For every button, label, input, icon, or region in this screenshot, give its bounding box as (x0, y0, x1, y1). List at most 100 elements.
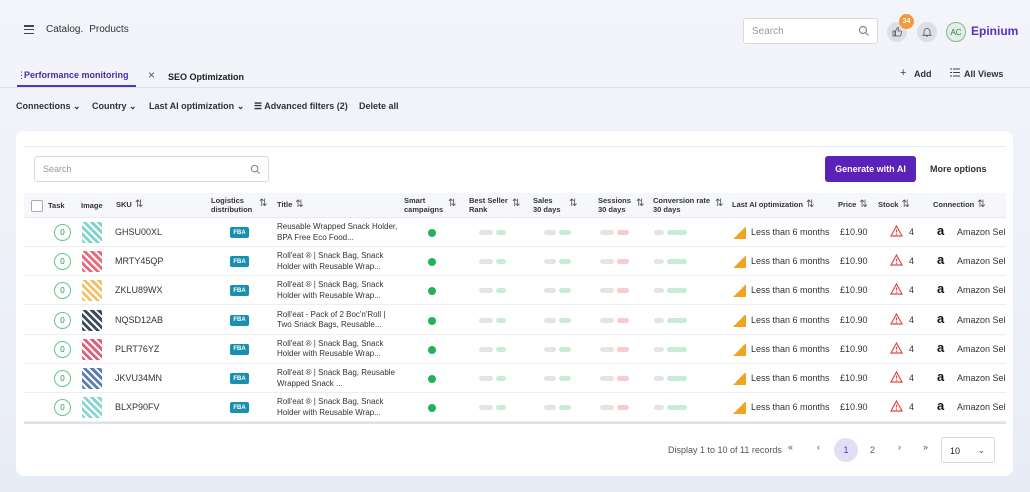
smart-campaign-status-icon (428, 229, 436, 237)
sort-icon[interactable]: ⇅ (566, 199, 577, 209)
sku[interactable]: PLRT76YZ (115, 344, 159, 354)
stock: 4 (909, 373, 915, 383)
search-icon (250, 164, 261, 175)
sku[interactable]: NQSD12AB (115, 315, 163, 325)
filter-connections[interactable]: Connections ⌄ (16, 101, 81, 112)
close-tab-icon[interactable]: × (148, 68, 155, 82)
last-page-button[interactable]: » (923, 442, 928, 452)
delete-all-button[interactable]: Delete all (359, 101, 399, 111)
table-row[interactable]: 0 JKVU34MN FBA Roll'eat ® | Snack Bag, R… (24, 364, 1006, 393)
page-size-select[interactable]: 10 ⌄ (941, 437, 995, 463)
sort-icon[interactable]: ⇅ (712, 199, 723, 209)
next-page-button[interactable]: › (898, 442, 901, 452)
add-view-button[interactable]: Add (914, 69, 932, 79)
table-search-input[interactable]: Search (34, 156, 269, 182)
fba-badge: FBA (230, 343, 249, 355)
product-title[interactable]: Roll'eat ® | Snack Bag, Snack Holder wit… (277, 251, 399, 272)
generate-with-ai-button[interactable]: Generate with AI (825, 156, 916, 182)
stock: 4 (909, 285, 915, 296)
blurred-value (544, 317, 571, 323)
all-views-button[interactable]: All Views (964, 69, 1003, 79)
col-price[interactable]: Price ⇅ (838, 200, 868, 210)
task-count[interactable]: 0 (54, 340, 71, 358)
task-count[interactable]: 0 (54, 311, 71, 329)
last-ai-optimization: Less than 6 months (751, 256, 830, 267)
table-scrollbar[interactable] (24, 422, 1006, 424)
tab-seo-optimization[interactable]: SEO Optimization (168, 72, 244, 82)
page-2-button[interactable]: 2 (870, 445, 875, 455)
task-count[interactable]: 0 (54, 370, 71, 387)
col-stock[interactable]: Stock ⇅ (878, 200, 910, 210)
col-logistics[interactable]: Logistics distribution (211, 196, 252, 214)
product-title[interactable]: Roll'eat - Pack of 2 Boc'n'Roll | Two Sn… (277, 310, 399, 331)
breadcrumb: Catalog. Products (46, 24, 135, 35)
sku[interactable]: ZKLU89WX (115, 285, 163, 295)
product-title[interactable]: Roll'eat ® | Snack Bag, Snack Holder wit… (277, 397, 399, 418)
ai-status-icon (732, 314, 746, 327)
table-row[interactable]: 0 ZKLU89WX FBA Roll'eat ® | Snack Bag, S… (24, 276, 1006, 306)
col-best-seller-rank[interactable]: Best Seller Rank (469, 196, 508, 214)
notifications-button[interactable] (917, 22, 937, 42)
col-sessions[interactable]: Sessions 30 days (598, 196, 631, 214)
prev-page-button[interactable]: ‹ (817, 442, 820, 452)
select-all-checkbox[interactable] (31, 200, 43, 212)
filter-country-label: Country (92, 101, 127, 111)
breadcrumb-item-catalog[interactable]: Catalog. (46, 24, 83, 35)
product-title[interactable]: Roll'eat ® | Snack Bag, Reusable Wrapped… (277, 368, 399, 389)
ai-status-icon (732, 285, 746, 298)
sku[interactable]: GHSU00XL (115, 227, 162, 237)
sort-icon[interactable]: ⇅ (445, 199, 456, 209)
blurred-value (600, 346, 629, 352)
tab-performance-monitoring[interactable]: Performance monitoring (24, 70, 129, 80)
sku[interactable]: BLXP90FV (115, 402, 160, 412)
task-count[interactable]: 0 (54, 253, 71, 271)
sort-icon[interactable]: ⇅ (633, 199, 644, 209)
sku[interactable]: JKVU34MN (115, 373, 162, 383)
last-ai-optimization: Less than 6 months (751, 314, 830, 325)
table-row[interactable]: 0 PLRT76YZ FBA Roll'eat ® | Snack Bag, S… (24, 334, 1006, 364)
sku[interactable]: MRTY45QP (115, 256, 163, 266)
table-row[interactable]: 0 NQSD12AB FBA Roll'eat - Pack of 2 Boc'… (24, 305, 1006, 335)
task-count[interactable]: 0 (54, 282, 71, 300)
sort-icon[interactable]: ⇅ (256, 199, 267, 209)
amazon-icon: a (937, 398, 945, 414)
advanced-filters-button[interactable]: ☰ Advanced filters (2) (254, 101, 348, 112)
col-sku[interactable]: SKU ⇅ (116, 200, 143, 210)
global-search-input[interactable]: Search (743, 18, 878, 44)
col-title[interactable]: Title ⇅ (277, 200, 304, 210)
chevron-down-icon: ⌄ (129, 101, 137, 111)
product-title[interactable]: Roll'eat ® | Snack Bag, Snack Holder wit… (277, 339, 399, 360)
col-sku-label: SKU (116, 200, 132, 209)
col-conversion-rate[interactable]: Conversion rate 30 days (653, 196, 710, 214)
col-last-ai-optimization[interactable]: Last AI optimization ⇅ (732, 200, 814, 210)
col-smart-campaigns[interactable]: Smart campaigns (404, 196, 443, 214)
filter-last-ai-optimization[interactable]: Last AI optimization ⌄ (149, 101, 244, 112)
avatar[interactable]: AC (946, 22, 966, 42)
task-count[interactable]: 0 (54, 399, 71, 417)
col-stock-label: Stock (878, 200, 899, 209)
product-title[interactable]: Reusable Wrapped Snack Holder, BPA Free … (277, 222, 399, 243)
more-options-button[interactable]: More options (930, 164, 987, 174)
last-ai-optimization: Less than 6 months (751, 373, 830, 383)
ai-status-icon (732, 256, 746, 269)
table-row[interactable]: 0 GHSU00XL FBA Reusable Wrapped Snack Ho… (24, 218, 1006, 247)
page-size-value: 10 (950, 446, 961, 456)
table-row[interactable]: 0 MRTY45QP FBA Roll'eat ® | Snack Bag, S… (24, 247, 1006, 277)
first-page-button[interactable]: « (788, 442, 793, 452)
blurred-value (600, 376, 629, 381)
task-count[interactable]: 0 (54, 224, 71, 241)
amazon-icon: a (937, 223, 945, 238)
col-sales[interactable]: Sales 30 days (533, 196, 561, 214)
blurred-value (600, 288, 629, 294)
table-row[interactable]: 0 BLXP90FV FBA Roll'eat ® | Snack Bag, S… (24, 393, 1006, 423)
blurred-value (479, 346, 506, 352)
col-task: Task (48, 201, 65, 210)
menu-icon[interactable] (24, 25, 34, 34)
sort-icon[interactable]: ⇅ (509, 199, 520, 209)
chevron-down-icon: ⌄ (977, 445, 985, 455)
page-1-button[interactable]: 1 (834, 438, 858, 462)
product-title[interactable]: Roll'eat ® | Snack Bag, Snack Holder wit… (277, 280, 399, 301)
organization-name[interactable]: Epinium (971, 24, 1018, 38)
col-connection[interactable]: Connection ⇅ (933, 200, 986, 210)
filter-country[interactable]: Country ⌄ (92, 101, 137, 112)
